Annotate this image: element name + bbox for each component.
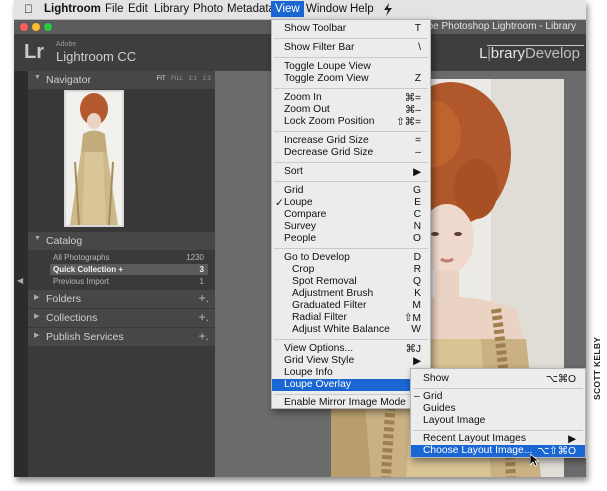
menu-item-adjust-white-balance[interactable]: Adjust White Balance W bbox=[272, 324, 430, 336]
navigator-header[interactable]: ▼ Navigator FIT FILL 1:1 2:1 bbox=[28, 71, 215, 89]
collapsed-arrow-icon: ▶ bbox=[34, 332, 40, 339]
menu-item-people[interactable]: People O bbox=[272, 233, 430, 245]
mixed-state-icon: – bbox=[414, 391, 420, 402]
menu-item-zoom-out[interactable]: Zoom Out ⌘– bbox=[272, 104, 430, 116]
catalog-row-name: All Photographs bbox=[53, 253, 110, 262]
left-panel-toggle[interactable]: ◀ bbox=[14, 71, 28, 477]
module-picker: Library | Develop bbox=[479, 45, 584, 62]
catalog-header[interactable]: ▼ Catalog bbox=[28, 232, 215, 250]
catalog-row-selected[interactable]: Quick Collection + 3 bbox=[50, 264, 208, 275]
zoom-1-1[interactable]: 1:1 bbox=[189, 76, 197, 82]
menu-bar:  Lightroom File Edit Library Photo Meta… bbox=[14, 0, 586, 20]
submenu-item-recent-layout-images[interactable]: Recent Layout Images ▶ bbox=[411, 433, 585, 445]
menu-item-view-options[interactable]: View Options... ⌘J bbox=[272, 343, 430, 355]
menu-file[interactable]: File bbox=[105, 3, 124, 15]
publish-services-title: Publish Services bbox=[46, 331, 124, 343]
checkmark-icon: ✓ bbox=[275, 198, 284, 209]
collapsed-arrow-icon: ▶ bbox=[34, 313, 40, 320]
menu-item-loupe[interactable]: ✓ Loupe E bbox=[272, 197, 430, 209]
app-name: Lightroom CC bbox=[56, 49, 137, 64]
catalog-row-name: Previous Import bbox=[53, 277, 110, 286]
catalog-row-count: 1 bbox=[199, 277, 204, 286]
menu-item-grid-view-style[interactable]: Grid View Style ▶ bbox=[272, 355, 430, 367]
menu-lightroom[interactable]: Lightroom bbox=[44, 3, 101, 15]
menu-item-zoom-in[interactable]: Zoom In ⌘= bbox=[272, 92, 430, 104]
submenu-item-choose-layout-image[interactable]: Choose Layout Image... ⌥⇧⌘O bbox=[411, 445, 585, 457]
folders-title: Folders bbox=[46, 293, 82, 305]
catalog-row-count: 3 bbox=[199, 265, 204, 274]
navigator-title: Navigator bbox=[46, 74, 91, 86]
menu-item-decrease-grid-size[interactable]: Decrease Grid Size – bbox=[272, 147, 430, 159]
menu-item-toggle-loupe-view[interactable]: Toggle Loupe View bbox=[272, 61, 430, 73]
submenu-item-layout-image[interactable]: Layout Image bbox=[411, 415, 585, 427]
navigator-zoom-options: FIT FILL 1:1 2:1 bbox=[153, 76, 211, 82]
menu-view[interactable]: View bbox=[271, 1, 304, 17]
module-develop[interactable]: Develop bbox=[525, 45, 580, 62]
expand-arrow-icon: ▼ bbox=[34, 74, 41, 81]
menu-item-toggle-zoom-view[interactable]: Toggle Zoom View Z bbox=[272, 73, 430, 85]
expand-arrow-icon: ▼ bbox=[34, 235, 41, 242]
menu-item-go-to-develop[interactable]: Go to Develop D bbox=[272, 252, 430, 264]
submenu-item-guides[interactable]: Guides bbox=[411, 403, 585, 415]
menu-item-graduated-filter[interactable]: Graduated Filter M bbox=[272, 300, 430, 312]
menu-item-increase-grid-size[interactable]: Increase Grid Size = bbox=[272, 135, 430, 147]
mouse-pointer-icon bbox=[529, 453, 541, 472]
catalog-title: Catalog bbox=[46, 235, 83, 247]
zoom-2-1[interactable]: 2:1 bbox=[203, 76, 211, 82]
lightroom-logo: Lr bbox=[24, 41, 44, 63]
catalog-row[interactable]: All Photographs 1230 bbox=[50, 252, 208, 263]
menu-item-sort[interactable]: Sort ▶ bbox=[272, 166, 430, 178]
menu-item-compare[interactable]: Compare C bbox=[272, 209, 430, 221]
menu-item-adjustment-brush[interactable]: Adjustment Brush K bbox=[272, 288, 430, 300]
submenu-item-grid[interactable]: – Grid bbox=[411, 391, 585, 403]
publish-services-header[interactable]: ▶ Publish Services +. bbox=[28, 328, 215, 346]
catalog-row-count: 1230 bbox=[186, 253, 204, 262]
adobe-label: Adobe bbox=[56, 41, 77, 48]
menu-item-enable-mirror-image-mode[interactable]: Enable Mirror Image Mode bbox=[272, 397, 430, 409]
catalog-row[interactable]: Previous Import 1 bbox=[50, 276, 208, 287]
module-library[interactable]: Library bbox=[479, 45, 525, 62]
menu-item-show-toolbar[interactable]: Show Toolbar T bbox=[272, 23, 430, 35]
collections-header[interactable]: ▶ Collections +. bbox=[28, 309, 215, 327]
zoom-fill[interactable]: FILL bbox=[171, 76, 183, 82]
menu-window[interactable]: Window bbox=[306, 3, 347, 15]
loupe-overlay-submenu: Show ⌥⌘O – Grid Guides Layout Image Recent… bbox=[410, 368, 586, 458]
add-collection-icon[interactable]: +. bbox=[199, 310, 209, 324]
collapsed-arrow-icon: ▶ bbox=[34, 294, 40, 301]
menu-item-spot-removal[interactable]: Spot Removal Q bbox=[272, 276, 430, 288]
close-window-icon[interactable] bbox=[20, 23, 28, 31]
apple-logo-icon[interactable]:  bbox=[24, 2, 33, 16]
catalog-row-name: Quick Collection + bbox=[53, 265, 124, 274]
script-menu-icon[interactable] bbox=[383, 3, 393, 19]
view-menu: Show Toolbar T Show Filter Bar \ Toggle Lo… bbox=[271, 19, 431, 409]
submenu-item-show[interactable]: Show ⌥⌘O bbox=[411, 373, 585, 385]
navigator-thumbnail[interactable] bbox=[64, 90, 124, 227]
navigator-preview bbox=[28, 89, 215, 232]
menu-item-loupe-overlay[interactable]: Loupe Overlay▶ bbox=[272, 379, 430, 391]
left-triangle-icon: ◀ bbox=[17, 276, 24, 285]
app-screenshot:  Lightroom File Edit Library Photo Meta… bbox=[14, 0, 586, 477]
photo-credit: SCOTT KELBY bbox=[592, 336, 602, 400]
menu-item-radial-filter[interactable]: Radial Filter ⇧M bbox=[272, 312, 430, 324]
menu-item-crop[interactable]: Crop R bbox=[272, 264, 430, 276]
folders-header[interactable]: ▶ Folders +. bbox=[28, 290, 215, 308]
menu-item-show-filter-bar[interactable]: Show Filter Bar \ bbox=[272, 42, 430, 54]
add-folder-icon[interactable]: +. bbox=[199, 291, 209, 305]
menu-item-loupe-info[interactable]: Loupe Info▶ bbox=[272, 367, 430, 379]
menu-photo[interactable]: Photo bbox=[193, 3, 223, 15]
left-panel: ▼ Navigator FIT FILL 1:1 2:1 ▼ Catalog A… bbox=[28, 71, 215, 477]
menu-item-grid[interactable]: Grid G bbox=[272, 185, 430, 197]
minimize-window-icon[interactable] bbox=[32, 23, 40, 31]
menu-item-survey[interactable]: Survey N bbox=[272, 221, 430, 233]
collections-title: Collections bbox=[46, 312, 98, 324]
zoom-window-icon[interactable] bbox=[44, 23, 52, 31]
menu-help[interactable]: Help bbox=[350, 3, 374, 15]
menu-edit[interactable]: Edit bbox=[128, 3, 148, 15]
add-publish-service-icon[interactable]: +. bbox=[199, 329, 209, 343]
zoom-fit[interactable]: FIT bbox=[157, 76, 166, 82]
menu-library[interactable]: Library bbox=[154, 3, 189, 15]
menu-item-lock-zoom-position[interactable]: Lock Zoom Position ⇧⌘= bbox=[272, 116, 430, 128]
menu-metadata[interactable]: Metadata bbox=[227, 3, 275, 15]
